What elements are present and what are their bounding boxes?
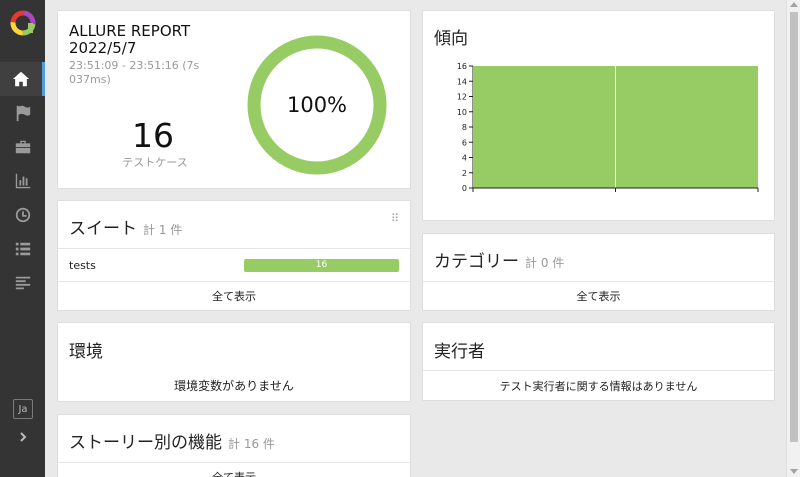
- nav-timeline[interactable]: [0, 198, 45, 232]
- allure-logo-icon[interactable]: [10, 10, 36, 36]
- features-title: ストーリー別の機能: [69, 433, 222, 453]
- y-tick-label: 0: [462, 184, 467, 193]
- expand-sidebar-button[interactable]: [13, 427, 33, 447]
- environment-title: 環境: [69, 342, 103, 362]
- features-widget: ストーリー別の機能計 16 件 全て表示: [57, 414, 411, 477]
- scroll-up-arrow-icon[interactable]: [790, 2, 798, 7]
- drag-handle-icon[interactable]: ⠿: [391, 212, 400, 225]
- suites-widget: スイート計 1 件 ⠿ tests 16 全て表示: [57, 200, 411, 311]
- suites-count: 計 1 件: [143, 223, 183, 237]
- nav-categories[interactable]: [0, 96, 45, 130]
- nav-packages[interactable]: [0, 266, 45, 300]
- y-tick-label: 6: [462, 138, 467, 147]
- language-button[interactable]: Ja: [13, 399, 33, 419]
- suite-row[interactable]: tests 16: [58, 248, 410, 282]
- suite-status-bar: 16: [244, 259, 399, 272]
- report-date: 2022/5/7: [69, 39, 137, 57]
- nav-overview[interactable]: [0, 62, 45, 96]
- pass-rate-donut[interactable]: 100%: [247, 35, 387, 175]
- chevron-right-icon: [20, 432, 27, 442]
- briefcase-icon: [15, 140, 30, 154]
- suites-show-all[interactable]: 全て表示: [58, 281, 410, 311]
- report-title-line1: ALLURE REPORT: [69, 22, 191, 40]
- categories-show-all[interactable]: 全て表示: [423, 281, 774, 311]
- nav-behaviors[interactable]: [0, 232, 45, 266]
- environment-empty-message: 環境変数がありません: [174, 379, 294, 393]
- list-icon: [15, 242, 30, 256]
- trend-chart[interactable]: 0 2 4 6 8 10 12 14 16: [427, 56, 772, 206]
- bar-chart-icon: [15, 173, 30, 189]
- trend-title: 傾向: [434, 29, 468, 49]
- features-count: 計 16 件: [228, 437, 275, 451]
- y-tick-label: 10: [457, 108, 467, 117]
- home-icon: [12, 71, 30, 87]
- flag-icon: [16, 105, 30, 122]
- y-tick-label: 2: [462, 169, 467, 178]
- y-tick-label: 8: [462, 123, 467, 132]
- pass-percent: 100%: [287, 93, 347, 117]
- suite-name: tests: [69, 259, 96, 272]
- y-tick-label: 16: [457, 62, 467, 71]
- nav-suites[interactable]: [0, 130, 45, 164]
- categories-title: カテゴリー: [434, 252, 519, 272]
- y-tick-label: 4: [462, 154, 467, 163]
- sidebar: Ja: [0, 0, 45, 477]
- scroll-down-arrow-icon[interactable]: [790, 469, 798, 474]
- summary-widget: ALLURE REPORT 2022/5/7 23:51:09 - 23:51:…: [57, 10, 411, 189]
- environment-widget: 環境 環境変数がありません: [57, 322, 411, 402]
- y-tick-label: 14: [457, 77, 467, 86]
- categories-widget: カテゴリー計 0 件 全て表示: [422, 233, 775, 311]
- nav-graphs[interactable]: [0, 164, 45, 198]
- y-tick-label: 12: [457, 93, 467, 102]
- report-time-range: 23:51:09 - 23:51:16 (7s 037ms): [69, 59, 200, 86]
- scrollbar[interactable]: [786, 0, 800, 477]
- categories-count: 計 0 件: [525, 256, 565, 270]
- report-title: ALLURE REPORT 2022/5/7: [69, 23, 190, 57]
- scrollbar-thumb[interactable]: [790, 12, 798, 442]
- suites-title: スイート: [69, 219, 137, 239]
- features-show-all[interactable]: 全て表示: [58, 462, 410, 477]
- trend-widget: 傾向 0 2 4 6 8 10 12 14 16: [422, 10, 775, 221]
- executors-empty-message: テスト実行者に関する情報はありません: [423, 370, 774, 401]
- test-case-label: テストケース: [122, 156, 188, 169]
- clock-icon: [15, 207, 30, 223]
- executors-widget: 実行者 テスト実行者に関する情報はありません: [422, 322, 775, 401]
- align-left-icon: [15, 276, 30, 290]
- executors-title: 実行者: [434, 342, 485, 362]
- test-case-count: 16: [132, 116, 174, 155]
